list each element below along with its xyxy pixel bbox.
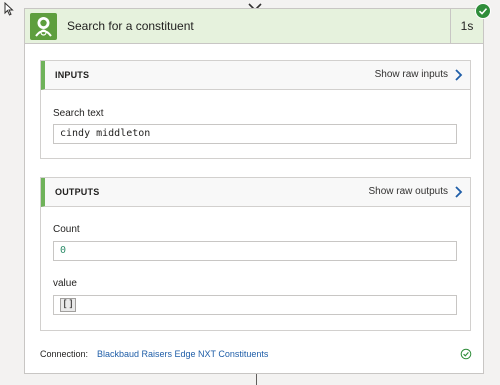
connection-ok-icon: [460, 347, 472, 365]
success-check-icon: [475, 3, 491, 19]
outputs-header: OUTPUTS Show raw outputs: [41, 178, 470, 207]
value-value: []: [53, 295, 457, 315]
action-title: Search for a constituent: [67, 19, 194, 33]
show-raw-inputs-link[interactable]: Show raw inputs: [375, 69, 448, 80]
chevron-right-icon[interactable]: [454, 68, 464, 87]
show-raw-outputs-link[interactable]: Show raw outputs: [369, 186, 449, 197]
search-text-value: cindy middleton: [53, 124, 457, 144]
chevron-right-icon[interactable]: [454, 185, 464, 204]
inputs-title: INPUTS: [55, 70, 90, 80]
action-header[interactable]: Search for a constituent 1s: [25, 3, 491, 44]
search-text-value-text: cindy middleton: [60, 128, 151, 139]
count-label: Count: [53, 224, 80, 235]
constituent-person-icon: [30, 13, 57, 40]
outputs-section: OUTPUTS Show raw outputs Count 0 value […: [40, 177, 471, 331]
outputs-title: OUTPUTS: [55, 187, 100, 197]
count-value: 0: [53, 241, 457, 261]
count-value-text: 0: [60, 245, 67, 256]
value-value-text: []: [60, 298, 77, 312]
inputs-section: INPUTS Show raw inputs Search text cindy…: [40, 60, 471, 159]
connection-label: Connection:: [40, 349, 89, 359]
search-text-label: Search text: [53, 108, 104, 119]
inputs-header: INPUTS Show raw inputs: [41, 61, 470, 90]
mouse-cursor-icon: [4, 1, 14, 21]
value-label: value: [53, 278, 77, 289]
action-card: Search for a constituent 1s INPUTS Show …: [24, 3, 491, 374]
flow-connector-line: [256, 374, 257, 385]
connection-name-link[interactable]: Blackbaud Raisers Edge NXT Constituents: [97, 349, 268, 359]
